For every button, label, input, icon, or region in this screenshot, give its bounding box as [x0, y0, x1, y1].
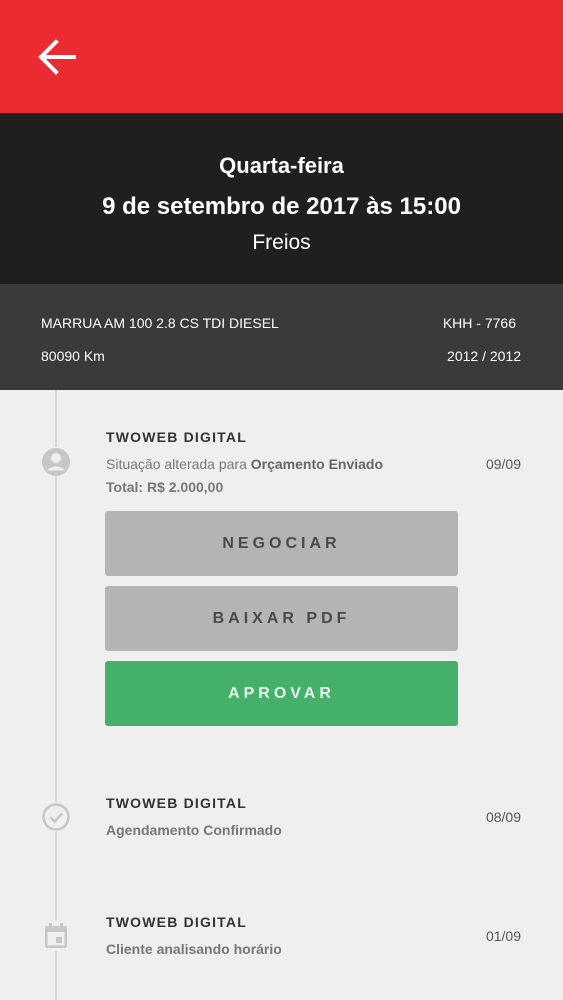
top-app-bar: [0, 0, 563, 113]
negotiate-button[interactable]: NEGOCIAR: [105, 511, 458, 576]
service-name: Freios: [252, 231, 311, 254]
budget-total: Total: R$ 2.000,00: [106, 479, 224, 495]
vehicle-mileage: 80090 Km: [41, 348, 105, 364]
timeline-status: Agendamento Confirmado: [106, 822, 282, 838]
appointment-header: Quarta-feira 9 de setembro de 2017 às 15…: [0, 113, 563, 284]
check-circle-icon: [41, 802, 71, 832]
timeline-company: TWOWEB DIGITAL: [106, 914, 247, 930]
timeline-company: TWOWEB DIGITAL: [106, 795, 247, 811]
vehicle-info: MARRUA AM 100 2.8 CS TDI DIESEL KHH - 77…: [0, 284, 563, 390]
calendar-icon: [41, 921, 71, 951]
vehicle-year: 2012 / 2012: [447, 348, 521, 364]
status-prefix: Situação alterada para: [106, 456, 251, 472]
timeline-date: 08/09: [485, 809, 521, 825]
timeline-status: Situação alterada para Orçamento Enviado: [106, 456, 383, 472]
timeline-company: TWOWEB DIGITAL: [106, 429, 247, 445]
arrow-left-icon: [38, 39, 76, 75]
back-button[interactable]: [34, 34, 80, 80]
vehicle-plate: KHH - 7766: [442, 315, 516, 331]
timeline-date: 01/09: [485, 928, 521, 944]
vehicle-model: MARRUA AM 100 2.8 CS TDI DIESEL: [41, 315, 279, 331]
timeline-date: 09/09: [485, 456, 521, 472]
timeline-line: [55, 390, 57, 1000]
approve-button[interactable]: APROVAR: [105, 661, 458, 726]
timeline-status: Cliente analisando horário: [106, 941, 282, 957]
user-icon: [41, 447, 71, 477]
download-pdf-button[interactable]: BAIXAR PDF: [105, 586, 458, 651]
appointment-datetime: 9 de setembro de 2017 às 15:00: [102, 193, 461, 220]
status-value: Orçamento Enviado: [250, 456, 384, 472]
appointment-weekday: Quarta-feira: [219, 153, 344, 178]
